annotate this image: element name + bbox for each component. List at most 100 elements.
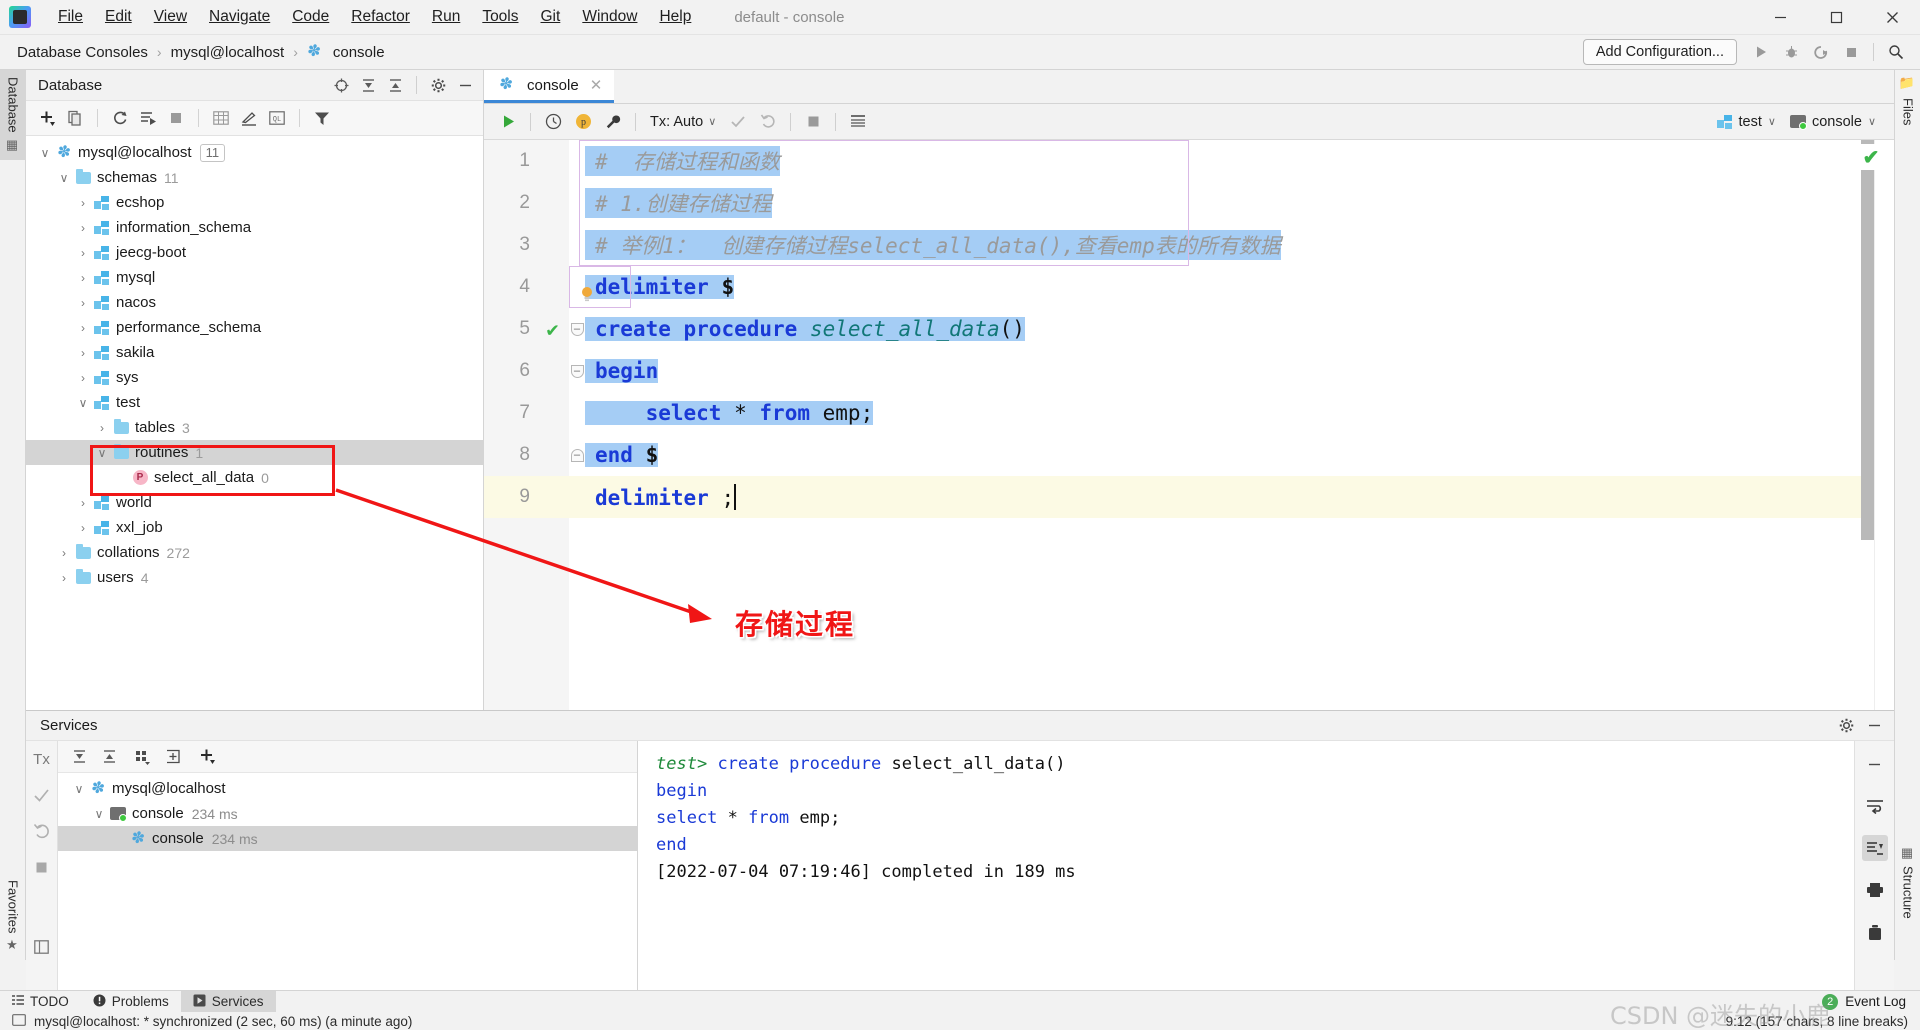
gear-icon[interactable] [1834, 714, 1858, 738]
chevron-down-icon[interactable]: ∨ [74, 396, 92, 410]
statement-ok-icon[interactable]: ✔ [536, 317, 569, 341]
scroll-to-end-icon[interactable] [1861, 835, 1888, 861]
chevron-right-icon[interactable]: › [74, 346, 92, 360]
hide-panel-icon[interactable] [1862, 751, 1888, 777]
chevron-right-icon[interactable]: › [74, 221, 92, 235]
menu-navigate[interactable]: Navigate [198, 5, 281, 29]
chevron-right-icon[interactable]: › [55, 546, 73, 560]
tree-row[interactable]: › nacos [26, 290, 483, 315]
close-button[interactable] [1864, 0, 1920, 35]
modify-icon[interactable] [236, 105, 262, 131]
menu-code[interactable]: Code [281, 5, 340, 29]
debug-icon[interactable] [1777, 38, 1805, 66]
commit-icon[interactable] [724, 108, 752, 136]
chevron-right-icon[interactable]: › [55, 571, 73, 585]
code-line[interactable]: 3 # 举例1： 创建存储过程select_all_data(),查看emp表的所… [484, 224, 1894, 266]
copy-icon[interactable] [62, 105, 88, 131]
print-icon[interactable] [1862, 877, 1888, 903]
collapse-all-icon[interactable] [96, 744, 122, 770]
add-icon[interactable] [194, 744, 220, 770]
tree-row[interactable]: › sakila [26, 340, 483, 365]
services-output[interactable]: test> create procedure select_all_data()… [638, 741, 1854, 991]
intention-bulb-icon[interactable] [580, 286, 594, 302]
code-line[interactable]: 9 delimiter ; [484, 476, 1894, 518]
query-console-icon[interactable]: QL [264, 105, 290, 131]
code-line[interactable]: 6 − begin [484, 350, 1894, 392]
sync-pointer-icon[interactable] [329, 73, 353, 97]
minimize-button[interactable] [1752, 0, 1808, 35]
code-line[interactable]: 5 ✔ − create procedure select_all_data() [484, 308, 1894, 350]
tree-row[interactable]: › jeecg-boot [26, 240, 483, 265]
tree-row[interactable]: › information_schema [26, 215, 483, 240]
soft-wrap-icon[interactable] [1862, 793, 1888, 819]
chevron-right-icon[interactable]: › [74, 271, 92, 285]
group-icon[interactable] [130, 744, 156, 770]
stop-icon[interactable] [799, 108, 827, 136]
breadcrumb-database-consoles[interactable]: Database Consoles [14, 43, 151, 62]
expand-all-icon[interactable] [356, 73, 380, 97]
tree-row[interactable]: › world [26, 490, 483, 515]
tree-row[interactable]: › tables 3 [26, 415, 483, 440]
run-script-icon[interactable] [135, 105, 161, 131]
gear-icon[interactable] [426, 73, 450, 97]
run-with-coverage-icon[interactable] [1807, 38, 1835, 66]
tree-row[interactable]: ∨ routines 1 [26, 440, 483, 465]
run-icon[interactable] [1747, 38, 1775, 66]
collapse-all-icon[interactable] [383, 73, 407, 97]
history-icon[interactable] [539, 108, 567, 136]
tree-row[interactable]: › collations 272 [26, 540, 483, 565]
table-editor-icon[interactable] [208, 105, 234, 131]
code-line[interactable]: 2 # 1.创建存储过程 [484, 182, 1894, 224]
clear-all-icon[interactable] [1862, 919, 1888, 945]
services-tree-row[interactable]: ∨ console 234 ms [58, 801, 637, 826]
chevron-right-icon[interactable]: › [74, 321, 92, 335]
tx-icon[interactable]: Tx [30, 747, 54, 771]
chevron-right-icon[interactable]: › [74, 496, 92, 510]
code-fold-toggle[interactable]: − [569, 322, 585, 336]
code-fold-toggle[interactable]: − [569, 364, 585, 378]
tree-row[interactable]: ∨ schemas 11 [26, 165, 483, 190]
tree-row[interactable]: › ecshop [26, 190, 483, 215]
chevron-right-icon[interactable]: › [93, 421, 111, 435]
menu-window[interactable]: Window [571, 5, 648, 29]
tool-window-todo[interactable]: TODO [0, 991, 81, 1013]
stop-icon[interactable] [1837, 38, 1865, 66]
search-everywhere-icon[interactable] [1882, 38, 1910, 66]
chevron-down-icon[interactable]: ∨ [55, 171, 73, 185]
code-line[interactable]: 4 delimiter $ [484, 266, 1894, 308]
code-line[interactable]: 8 − end $ [484, 434, 1894, 476]
menu-help[interactable]: Help [648, 5, 702, 29]
stop-icon[interactable] [30, 855, 54, 879]
tree-row[interactable]: › performance_schema [26, 315, 483, 340]
tree-row[interactable]: ∨ ✽ mysql@localhost 11 [26, 140, 483, 165]
breadcrumb-mysql-localhost[interactable]: mysql@localhost [168, 43, 288, 62]
rollback-icon[interactable] [30, 819, 54, 843]
layout-icon[interactable] [30, 935, 54, 959]
services-tree-row[interactable]: ∨ ✽ mysql@localhost [58, 776, 637, 801]
menu-file[interactable]: File [47, 5, 94, 29]
code-line[interactable]: 7 select * from emp; [484, 392, 1894, 434]
commit-icon[interactable] [30, 783, 54, 807]
tree-row[interactable]: › sys [26, 365, 483, 390]
rollback-icon[interactable] [754, 108, 782, 136]
code-lines[interactable]: 1 # 存储过程和函数 2 # 1.创建存储过程 3 # 举例1： 创建存储过程selec… [484, 140, 1894, 710]
chevron-right-icon[interactable]: › [74, 296, 92, 310]
tool-window-services[interactable]: Services [180, 990, 276, 1013]
schema-selector[interactable]: test ∨ [1716, 114, 1776, 130]
tool-window-problems[interactable]: Problems [81, 991, 181, 1013]
editor-scrollbar[interactable] [1861, 140, 1874, 540]
refresh-icon[interactable] [107, 105, 133, 131]
services-tree-row[interactable]: ✽ console 234 ms [58, 826, 637, 851]
chevron-down-icon[interactable]: ∨ [90, 807, 108, 821]
code-line[interactable]: 1 # 存储过程和函数 [484, 140, 1894, 182]
stop-icon[interactable] [163, 105, 189, 131]
wrench-icon[interactable] [599, 108, 627, 136]
add-icon[interactable] [34, 105, 60, 131]
add-tab-icon[interactable] [160, 744, 186, 770]
rail-tab-database[interactable]: Database ▦ [0, 70, 26, 160]
hide-panel-icon[interactable] [453, 73, 477, 97]
maximize-button[interactable] [1808, 0, 1864, 35]
menu-tools[interactable]: Tools [471, 5, 529, 29]
breadcrumb-console[interactable]: console [330, 43, 388, 62]
tree-row[interactable]: Pselect_all_data 0 [26, 465, 483, 490]
